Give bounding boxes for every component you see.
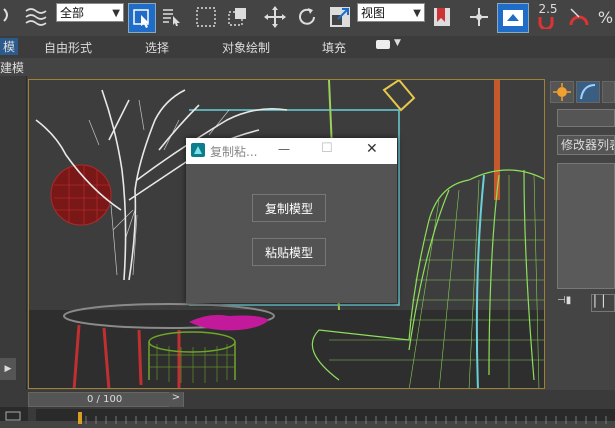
tab-freeform[interactable]: 自由形式 <box>44 39 92 56</box>
close-button[interactable]: ✕ <box>366 141 378 157</box>
time-slider[interactable]: 0 / 100 <box>28 392 184 407</box>
tab-selection[interactable]: 选择 <box>145 39 169 56</box>
expand-arrow-icon[interactable]: ▶ <box>0 358 16 380</box>
select-manipulate-icon[interactable] <box>466 3 492 31</box>
pivot-center-icon[interactable] <box>430 3 456 31</box>
ribbon-panel-row: 建模 <box>0 58 615 76</box>
select-by-name-icon[interactable] <box>160 3 184 31</box>
ribbon-options-icon[interactable] <box>376 40 390 49</box>
link-icon[interactable] <box>0 3 14 31</box>
snap-value: 2.5 <box>538 2 558 16</box>
window-crossing-icon[interactable] <box>226 3 250 31</box>
ribbon-tabs: 模 自由形式 选择 对象绘制 填充 ▼ <box>0 36 615 59</box>
magnet-icon <box>538 17 554 29</box>
left-side-bar: ▶ <box>0 76 27 390</box>
copy-paste-dialog: 复制粘... — ☐ ✕ 复制模型 粘贴模型 <box>186 138 397 303</box>
3dsmax-logo-icon <box>191 143 205 157</box>
mini-curve-editor-icon[interactable] <box>0 407 28 421</box>
frame-counter: 0 / 100 <box>87 394 123 405</box>
keyboard-shortcut-override-button[interactable] <box>497 3 529 33</box>
bind-spacewarp-icon[interactable] <box>22 3 48 31</box>
move-icon[interactable] <box>262 3 288 31</box>
percent-snap-button[interactable]: % <box>596 3 615 31</box>
timeline-track[interactable] <box>36 409 615 424</box>
scale-icon[interactable] <box>327 3 353 31</box>
modifier-stack[interactable] <box>557 163 615 289</box>
snap-toggle-button[interactable]: 2.5 <box>534 2 562 30</box>
chevron-down-icon[interactable]: ▼ <box>394 38 401 48</box>
main-toolbar: 全部 ▼ 视图 ▼ 2.5 % <box>0 0 615 36</box>
copy-model-button[interactable]: 复制模型 <box>252 194 326 222</box>
show-end-result-icon[interactable]: ▏▏ <box>591 294 615 312</box>
select-object-button[interactable] <box>128 3 156 33</box>
percent-label: % <box>597 7 614 27</box>
chevron-down-icon: ▼ <box>413 8 421 19</box>
rectangular-selection-icon[interactable] <box>193 3 219 31</box>
command-panel: 修改器列表 ⊣▮ ▏▏ <box>547 76 615 390</box>
tab-modify[interactable] <box>576 81 600 103</box>
reference-coordinate-value: 视图 <box>361 6 386 20</box>
reference-coordinate-dropdown[interactable]: 视图 ▼ <box>357 3 425 22</box>
next-frame-button[interactable]: > <box>169 392 183 407</box>
maximize-button[interactable]: ☐ <box>321 141 333 156</box>
rotate-icon[interactable] <box>294 3 320 31</box>
dialog-titlebar[interactable]: 复制粘... — ☐ ✕ <box>186 138 397 164</box>
angle-snap-icon[interactable] <box>566 3 592 31</box>
tab-create[interactable] <box>550 81 574 103</box>
selection-filter-value: 全部 <box>60 6 85 20</box>
selection-filter-dropdown[interactable]: 全部 ▼ <box>56 3 124 22</box>
minimize-button[interactable]: — <box>278 142 290 156</box>
modeling-panel-label: 建模 <box>0 61 25 75</box>
tab-populate[interactable]: 填充 <box>322 39 346 56</box>
tab-object-paint[interactable]: 对象绘制 <box>222 39 270 56</box>
pin-stack-icon[interactable]: ⊣▮ <box>557 295 579 311</box>
paste-model-button[interactable]: 粘贴模型 <box>252 238 326 266</box>
object-name-field[interactable] <box>557 109 615 127</box>
dialog-body: 复制模型 粘贴模型 <box>186 164 397 303</box>
chevron-down-icon: ▼ <box>112 8 120 19</box>
tab-modeling[interactable]: 模 <box>0 38 19 55</box>
tab-hierarchy[interactable] <box>602 81 615 103</box>
dialog-title: 复制粘... <box>210 145 258 159</box>
modifier-list-dropdown[interactable]: 修改器列表 <box>557 135 615 155</box>
